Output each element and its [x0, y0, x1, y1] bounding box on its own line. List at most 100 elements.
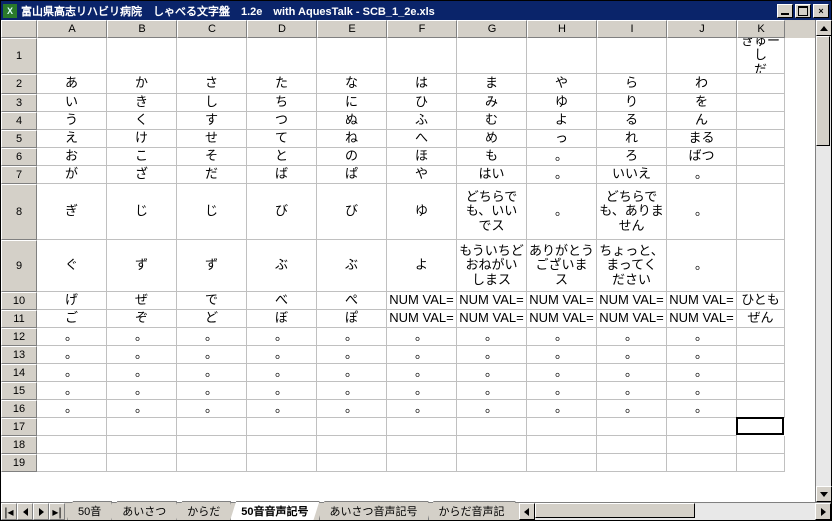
cell-C2[interactable]: さ — [177, 74, 247, 94]
cell-C3[interactable]: し — [177, 94, 247, 112]
cell-B19[interactable] — [107, 454, 177, 472]
cell-A19[interactable] — [37, 454, 107, 472]
scroll-down-button[interactable] — [816, 486, 832, 502]
cell-H8[interactable]: 。 — [527, 184, 597, 240]
cell-A14[interactable]: 。 — [37, 364, 107, 382]
cell-F6[interactable]: ほ — [387, 148, 457, 166]
cell-I4[interactable]: る — [597, 112, 667, 130]
hscroll-thumb[interactable] — [535, 503, 695, 518]
cell-F5[interactable]: へ — [387, 130, 457, 148]
cell-I11[interactable]: NUM VAL= — [597, 310, 667, 328]
column-header-F[interactable]: F — [387, 20, 457, 38]
cell-J15[interactable]: 。 — [667, 382, 737, 400]
cell-I2[interactable]: ら — [597, 74, 667, 94]
cell-F4[interactable]: ふ — [387, 112, 457, 130]
column-header-E[interactable]: E — [317, 20, 387, 38]
tab-next-button[interactable] — [33, 503, 49, 520]
cell-E17[interactable] — [317, 418, 387, 436]
cell-H2[interactable]: や — [527, 74, 597, 94]
cell-C17[interactable] — [177, 418, 247, 436]
cell-J14[interactable]: 。 — [667, 364, 737, 382]
cell-H6[interactable]: 。 — [527, 148, 597, 166]
cell-E6[interactable]: の — [317, 148, 387, 166]
select-all-corner[interactable] — [1, 20, 37, 38]
cell-C13[interactable]: 。 — [177, 346, 247, 364]
row-header-16[interactable]: 16 — [1, 400, 37, 418]
cell-H7[interactable]: 。 — [527, 166, 597, 184]
cell-G4[interactable]: む — [457, 112, 527, 130]
cell-K10[interactable]: ひとも — [737, 292, 785, 310]
cell-G6[interactable]: も — [457, 148, 527, 166]
cell-J4[interactable]: ん — [667, 112, 737, 130]
cell-B4[interactable]: く — [107, 112, 177, 130]
cell-A7[interactable]: が — [37, 166, 107, 184]
cell-D6[interactable]: と — [247, 148, 317, 166]
cell-J6[interactable]: ばつ — [667, 148, 737, 166]
cell-B17[interactable] — [107, 418, 177, 436]
cell-E13[interactable]: 。 — [317, 346, 387, 364]
row-header-1[interactable]: 1 — [1, 38, 37, 74]
cell-G12[interactable]: 。 — [457, 328, 527, 346]
cell-B6[interactable]: こ — [107, 148, 177, 166]
cell-K16[interactable] — [737, 400, 785, 418]
cell-K8[interactable] — [737, 184, 785, 240]
cell-H9[interactable]: ありがとう ございま ス — [527, 240, 597, 292]
cell-H16[interactable]: 。 — [527, 400, 597, 418]
cell-H13[interactable]: 。 — [527, 346, 597, 364]
cell-K4[interactable] — [737, 112, 785, 130]
cell-I17[interactable] — [597, 418, 667, 436]
row-header-13[interactable]: 13 — [1, 346, 37, 364]
cell-J11[interactable]: NUM VAL= — [667, 310, 737, 328]
cell-J8[interactable]: 。 — [667, 184, 737, 240]
cell-H10[interactable]: NUM VAL= — [527, 292, 597, 310]
cell-D16[interactable]: 。 — [247, 400, 317, 418]
row-header-2[interactable]: 2 — [1, 74, 37, 94]
cell-I19[interactable] — [597, 454, 667, 472]
cell-B15[interactable]: 。 — [107, 382, 177, 400]
cell-G11[interactable]: NUM VAL= — [457, 310, 527, 328]
cell-A8[interactable]: ぎ — [37, 184, 107, 240]
cell-G3[interactable]: み — [457, 94, 527, 112]
titlebar[interactable]: X 富山県高志リハビリ病院 しゃべる文字盤 1.2e with AquesTal… — [1, 1, 831, 20]
cell-D5[interactable]: て — [247, 130, 317, 148]
cell-E3[interactable]: に — [317, 94, 387, 112]
cell-J12[interactable]: 。 — [667, 328, 737, 346]
cell-H12[interactable]: 。 — [527, 328, 597, 346]
cell-J18[interactable] — [667, 436, 737, 454]
cell-C10[interactable]: で — [177, 292, 247, 310]
cell-F8[interactable]: ゆ — [387, 184, 457, 240]
cell-D7[interactable]: ば — [247, 166, 317, 184]
cell-I3[interactable]: り — [597, 94, 667, 112]
cell-H3[interactable]: ゆ — [527, 94, 597, 112]
cell-C11[interactable]: ど — [177, 310, 247, 328]
row-header-4[interactable]: 4 — [1, 112, 37, 130]
cell-G16[interactable]: 。 — [457, 400, 527, 418]
cell-B14[interactable]: 。 — [107, 364, 177, 382]
cell-G18[interactable] — [457, 436, 527, 454]
cell-D3[interactable]: ち — [247, 94, 317, 112]
cell-I18[interactable] — [597, 436, 667, 454]
column-header-J[interactable]: J — [667, 20, 737, 38]
cell-E16[interactable]: 。 — [317, 400, 387, 418]
cell-E19[interactable] — [317, 454, 387, 472]
maximize-button[interactable] — [795, 4, 811, 18]
cell-I7[interactable]: いいえ — [597, 166, 667, 184]
cell-D13[interactable]: 。 — [247, 346, 317, 364]
cell-H14[interactable]: 。 — [527, 364, 597, 382]
cell-C8[interactable]: じ — [177, 184, 247, 240]
cell-A3[interactable]: い — [37, 94, 107, 112]
cell-F2[interactable]: は — [387, 74, 457, 94]
tab-prev-button[interactable] — [17, 503, 33, 520]
column-header-C[interactable]: C — [177, 20, 247, 38]
cell-K1[interactable]: きゅーし だ — [737, 38, 785, 74]
sheet-tab-4[interactable]: あいさつ音声記号 — [319, 501, 429, 520]
cell-C19[interactable] — [177, 454, 247, 472]
cell-J17[interactable] — [667, 418, 737, 436]
cell-D12[interactable]: 。 — [247, 328, 317, 346]
column-header-K[interactable]: K — [737, 20, 785, 38]
cell-E5[interactable]: ね — [317, 130, 387, 148]
cell-G19[interactable] — [457, 454, 527, 472]
cell-D10[interactable]: べ — [247, 292, 317, 310]
cell-B5[interactable]: け — [107, 130, 177, 148]
cell-J2[interactable]: わ — [667, 74, 737, 94]
